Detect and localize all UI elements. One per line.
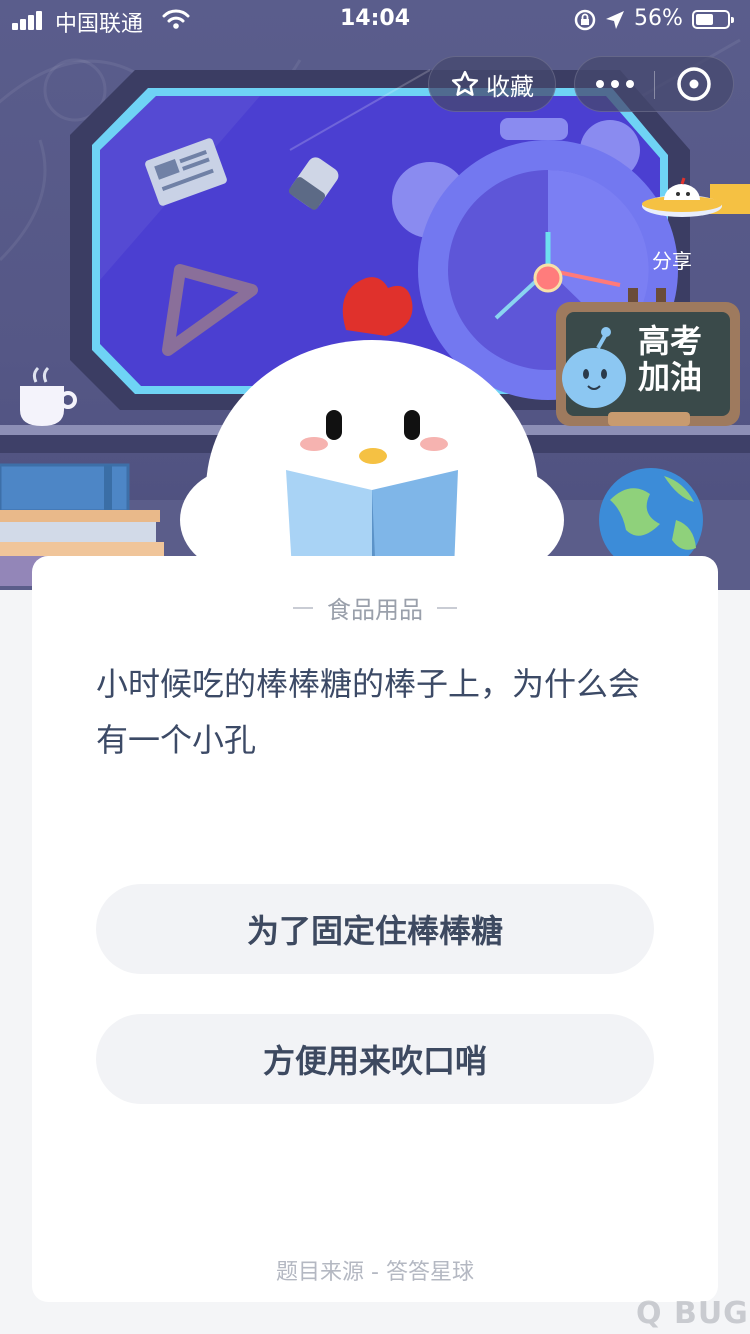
location-arrow-icon bbox=[606, 11, 624, 29]
question-source: 题目来源 - 答答星球 bbox=[276, 1260, 474, 1285]
favorite-label: 收藏 bbox=[486, 72, 534, 101]
more-button[interactable] bbox=[575, 57, 654, 111]
favorite-button[interactable]: 收藏 bbox=[428, 56, 556, 112]
board-text-line2: 加油 bbox=[638, 358, 702, 396]
category-dash-left bbox=[293, 606, 313, 609]
board-text-line1: 高考 bbox=[638, 322, 702, 360]
blackboard-text: 高考 加油 bbox=[638, 322, 702, 396]
share-label: 分享 bbox=[652, 249, 692, 273]
ufo-share-icon bbox=[642, 177, 750, 217]
mini-program-capsule bbox=[574, 56, 734, 112]
battery-fill bbox=[696, 14, 713, 25]
battery-percentage: 56% bbox=[634, 6, 683, 31]
close-button[interactable] bbox=[655, 57, 733, 111]
star-icon bbox=[451, 70, 479, 96]
question-text: 小时候吃的棒棒糖的棒子上，为什么会有一个小孔 bbox=[96, 665, 641, 759]
coffee-cup-icon bbox=[20, 366, 77, 426]
close-target-icon bbox=[677, 67, 711, 101]
category-dash-right bbox=[437, 606, 457, 609]
battery-icon bbox=[692, 10, 734, 29]
rotation-lock-icon bbox=[574, 9, 596, 31]
more-dots-icon bbox=[595, 80, 634, 88]
answer-option-2[interactable]: 方便用来吹口哨 bbox=[96, 1014, 654, 1104]
category-label: 食品用品 bbox=[327, 596, 423, 624]
answer-option-1[interactable]: 为了固定住棒棒糖 bbox=[96, 884, 654, 974]
category-header: 食品用品 bbox=[32, 590, 718, 625]
site-watermark: Q BUG bbox=[636, 1296, 749, 1331]
quiz-card: 食品用品 小时候吃的棒棒糖的棒子上，为什么会有一个小孔 为了固定住棒棒糖 方便用… bbox=[32, 556, 718, 1302]
status-bar: 中国联通 14:04 56% bbox=[0, 0, 750, 40]
